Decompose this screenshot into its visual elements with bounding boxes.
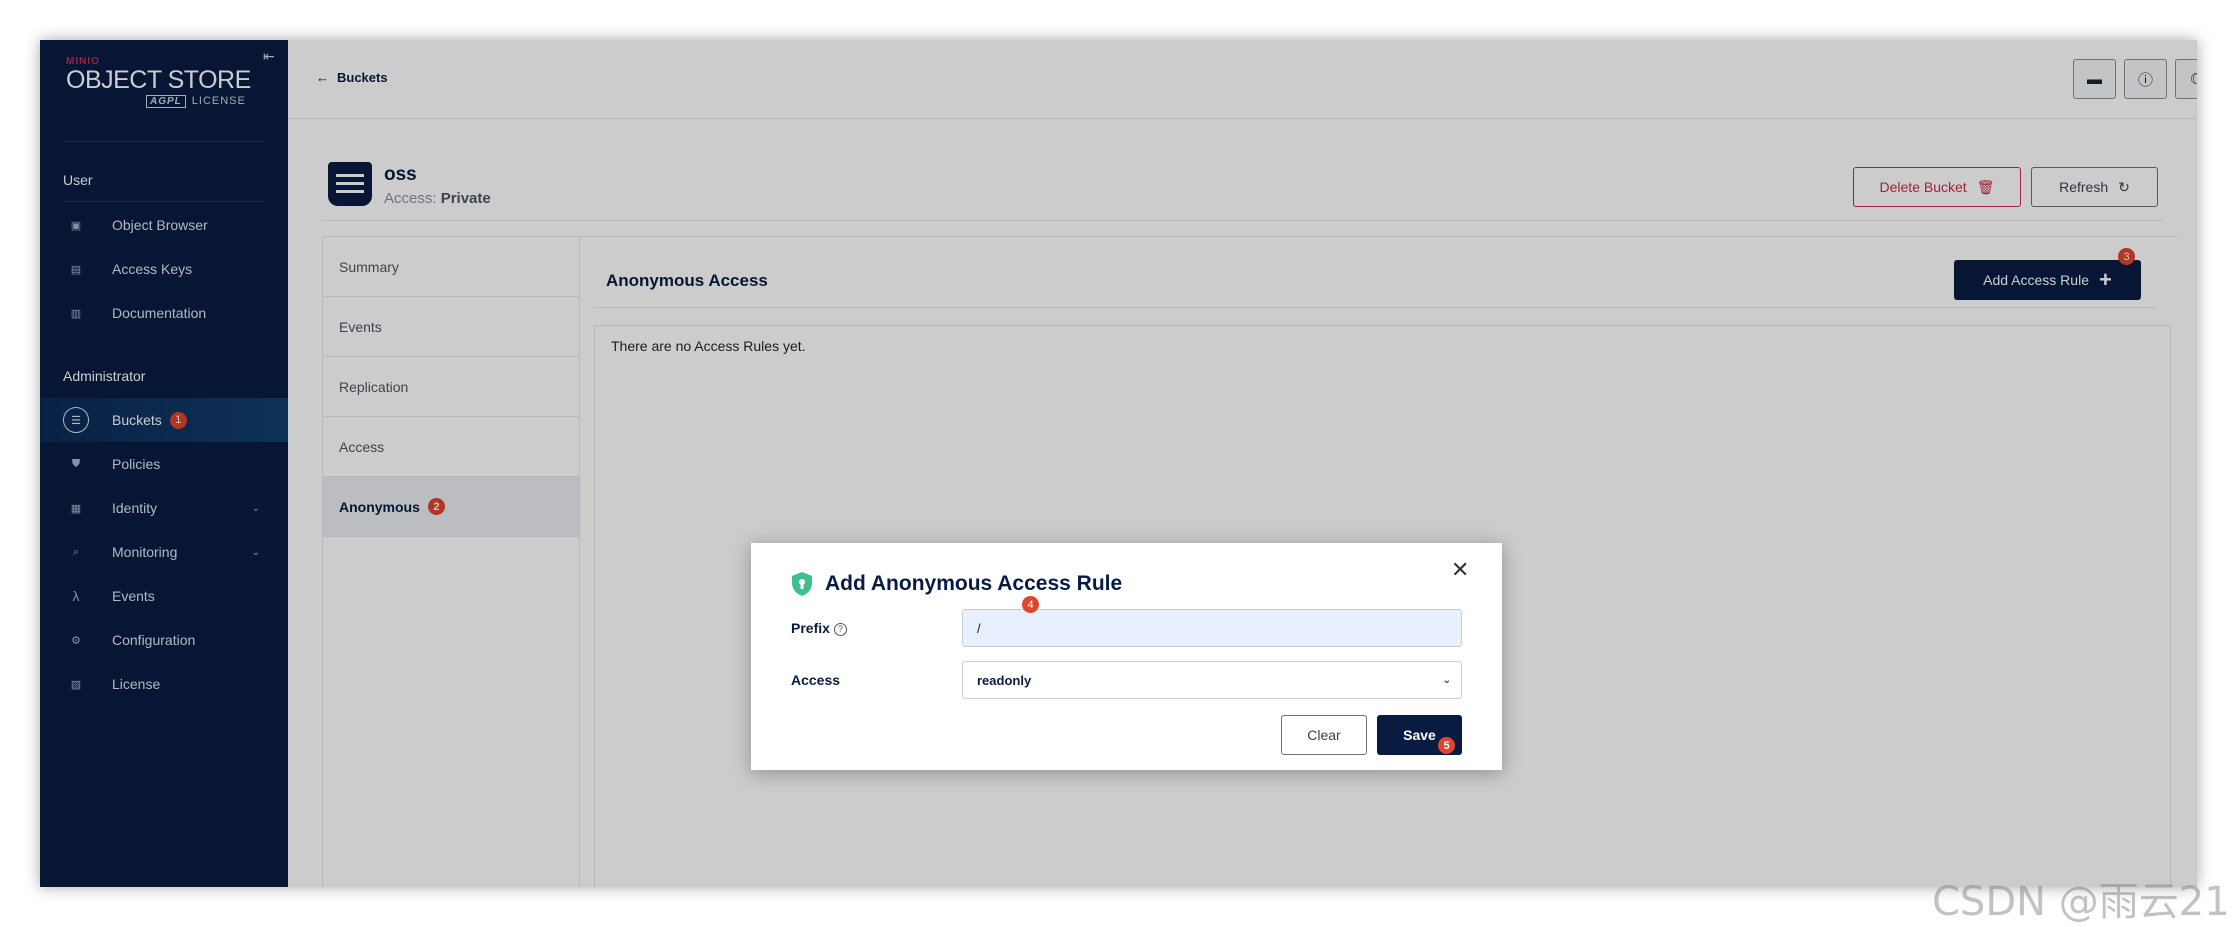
add-anonymous-access-rule-dialog: Add Anonymous Access Rule ✕ Prefix? / 4 …	[751, 543, 1502, 770]
access-select-value: readonly	[977, 672, 1032, 688]
help-icon[interactable]: ?	[833, 622, 847, 636]
clear-button[interactable]: Clear	[1281, 715, 1367, 755]
chevron-down-icon: ⌄	[1442, 674, 1451, 686]
app-window: MINIO OBJECT STORE AGPL LICENSE ⇤ User ▣ …	[40, 40, 2197, 887]
step-badge: 4	[1022, 596, 1039, 613]
access-select[interactable]: readonly ⌄	[962, 661, 1462, 699]
shield-icon	[792, 572, 812, 596]
prefix-input[interactable]: / 4	[962, 596, 1462, 647]
save-button[interactable]: Save 5	[1377, 715, 1462, 755]
access-label: Access	[791, 672, 841, 688]
clear-label: Clear	[1307, 727, 1341, 743]
prefix-value: /	[977, 620, 981, 636]
prefix-label: Prefix?	[791, 620, 847, 636]
close-icon[interactable]: ✕	[1451, 557, 1469, 583]
dialog-title: Add Anonymous Access Rule	[791, 571, 1122, 597]
save-label: Save	[1403, 727, 1436, 743]
dialog-title-text: Add Anonymous Access Rule	[825, 572, 1123, 595]
watermark: CSDN @雨云21	[1932, 879, 2230, 925]
prefix-label-text: Prefix	[791, 620, 830, 636]
step-badge: 5	[1438, 737, 1455, 754]
